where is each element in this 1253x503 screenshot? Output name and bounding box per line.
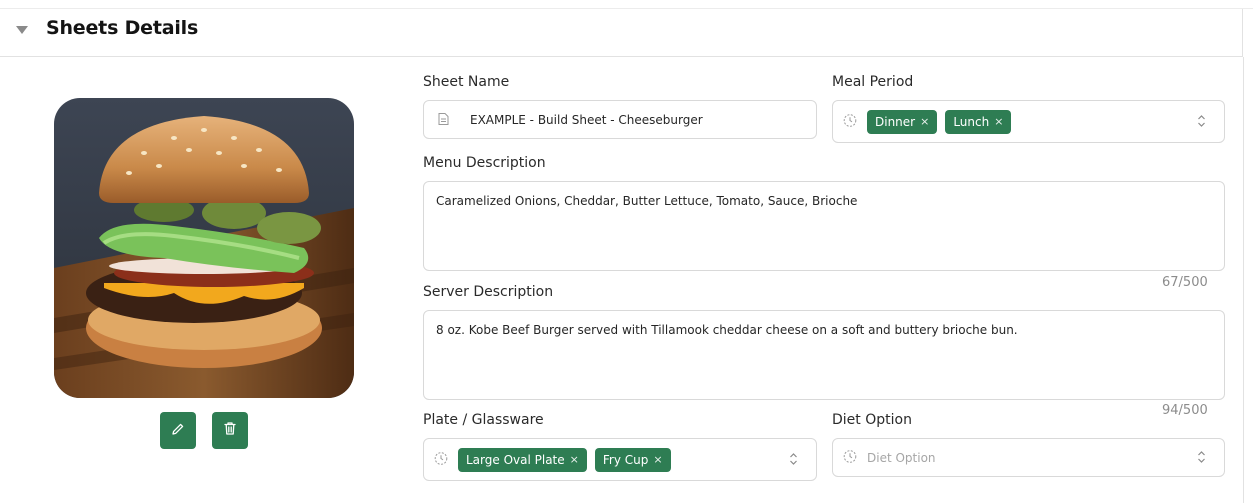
edit-image-button[interactable] [160,412,196,449]
server-description-value: 8 oz. Kobe Beef Burger served with Tilla… [436,323,1018,337]
chip-remove-icon[interactable]: × [920,115,929,128]
chip-remove-icon[interactable]: × [994,115,1003,128]
pencil-icon [171,421,185,440]
menu-description-value: Caramelized Onions, Cheddar, Butter Lett… [436,194,858,208]
panel-border [1243,57,1244,503]
plate-glassware-chip[interactable]: Large Oval Plate × [458,447,587,472]
plate-glassware-chip[interactable]: Fry Cup × [594,447,671,472]
server-description-textarea[interactable]: 8 oz. Kobe Beef Burger served with Tilla… [423,310,1225,400]
menu-description-textarea[interactable]: Caramelized Onions, Cheddar, Butter Lett… [423,181,1225,271]
meal-period-select[interactable]: Dinner × Lunch × [832,100,1225,143]
meal-period-label: Meal Period [832,74,914,90]
clock-icon [434,450,448,469]
meal-period-chip[interactable]: Dinner × [867,109,938,134]
sheet-name-input[interactable]: EXAMPLE - Build Sheet - Cheeseburger [423,100,817,139]
section-header[interactable]: Sheets Details [0,9,1243,57]
section-title: Sheets Details [46,17,199,39]
menu-description-label: Menu Description [423,155,546,171]
sheet-name-value: EXAMPLE - Build Sheet - Cheeseburger [470,112,703,127]
delete-image-button[interactable] [212,412,248,449]
server-description-label: Server Description [423,284,554,300]
plate-glassware-select[interactable]: Large Oval Plate × Fry Cup × [423,438,817,481]
dish-image [54,98,354,398]
diet-option-select[interactable]: Diet Option [832,438,1225,477]
up-down-chevron-icon[interactable] [789,450,798,469]
trash-icon [223,421,237,440]
up-down-chevron-icon[interactable] [1197,112,1206,131]
plate-glassware-label: Plate / Glassware [423,412,544,428]
clock-icon [843,448,857,467]
document-icon [438,110,449,129]
meal-period-chip[interactable]: Lunch × [945,109,1012,134]
menu-description-counter: 67/500 [1162,275,1208,290]
sheet-name-label: Sheet Name [423,74,510,90]
caret-down-icon[interactable] [16,26,28,34]
server-description-counter: 94/500 [1162,403,1208,418]
clock-icon [843,112,857,131]
chip-remove-icon[interactable]: × [653,453,662,466]
chip-remove-icon[interactable]: × [570,453,579,466]
diet-option-label: Diet Option [832,412,912,428]
diet-option-placeholder: Diet Option [867,450,936,465]
up-down-chevron-icon[interactable] [1197,448,1206,467]
